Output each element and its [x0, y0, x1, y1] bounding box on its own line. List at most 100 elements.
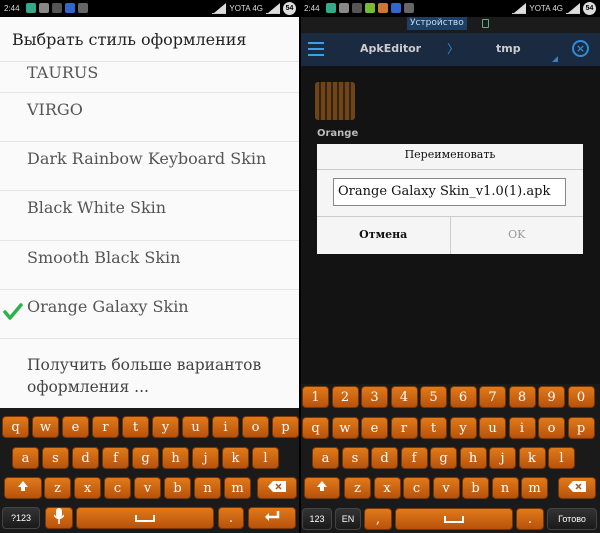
- key-t[interactable]: t: [122, 416, 149, 438]
- key-h[interactable]: h: [162, 447, 189, 469]
- key-u[interactable]: u: [182, 416, 209, 438]
- key-v[interactable]: v: [432, 477, 460, 499]
- key-7[interactable]: 7: [479, 386, 506, 408]
- key-a[interactable]: a: [312, 447, 339, 469]
- key-c[interactable]: c: [104, 477, 131, 499]
- ok-button[interactable]: OK: [451, 217, 584, 254]
- key-2[interactable]: 2: [331, 386, 359, 408]
- key-r[interactable]: r: [92, 416, 119, 438]
- key-e[interactable]: e: [62, 416, 89, 438]
- key-e[interactable]: e: [361, 417, 388, 439]
- key-o[interactable]: o: [242, 416, 269, 438]
- close-icon[interactable]: ×: [572, 40, 589, 57]
- key-z[interactable]: z: [44, 477, 71, 499]
- key-y[interactable]: y: [152, 416, 179, 438]
- key-q[interactable]: q: [302, 417, 329, 439]
- key-z[interactable]: z: [344, 477, 371, 499]
- key-l[interactable]: l: [548, 447, 575, 469]
- key-0[interactable]: 0: [567, 386, 595, 408]
- enter-key[interactable]: [248, 507, 296, 529]
- skin-item[interactable]: Smooth Black Skin: [0, 241, 300, 290]
- shift-key[interactable]: [4, 477, 42, 499]
- key-r[interactable]: r: [390, 417, 418, 439]
- key-u[interactable]: u: [479, 417, 506, 439]
- comma-key[interactable]: ,: [364, 508, 392, 530]
- wifi-signal-icon: [512, 2, 527, 14]
- key-x[interactable]: x: [373, 477, 401, 499]
- key-x[interactable]: x: [74, 477, 101, 499]
- key-d[interactable]: d: [72, 447, 99, 469]
- language-key[interactable]: EN: [335, 508, 361, 530]
- skin-item[interactable]: Black White Skin: [0, 191, 300, 241]
- backspace-key[interactable]: [257, 477, 297, 499]
- key-y[interactable]: y: [449, 417, 477, 439]
- key-n[interactable]: n: [194, 477, 221, 499]
- key-s[interactable]: s: [341, 447, 369, 469]
- breadcrumb-folder[interactable]: tmp: [496, 42, 521, 55]
- key-w[interactable]: w: [331, 417, 359, 439]
- key-f[interactable]: f: [102, 447, 129, 469]
- key-h[interactable]: h: [459, 447, 487, 469]
- symbols-key[interactable]: ?123: [2, 507, 40, 529]
- status-right: YOTA 4G 54: [212, 2, 296, 15]
- key-g[interactable]: g: [430, 447, 457, 469]
- key-j[interactable]: j: [489, 447, 516, 469]
- notification-icons: [326, 3, 414, 13]
- cancel-button[interactable]: Отмена: [317, 217, 451, 254]
- status-bar: 2:44 YOTA 4G 54: [300, 0, 600, 17]
- key-q[interactable]: q: [2, 416, 29, 438]
- key-8[interactable]: 8: [508, 386, 536, 408]
- key-1[interactable]: 1: [302, 386, 329, 408]
- key-f[interactable]: f: [400, 447, 428, 469]
- key-w[interactable]: w: [32, 416, 59, 438]
- key-4[interactable]: 4: [390, 386, 418, 408]
- key-v[interactable]: v: [134, 477, 161, 499]
- apk-file-icon[interactable]: [315, 82, 355, 120]
- key-c[interactable]: c: [403, 477, 430, 499]
- period-key[interactable]: .: [218, 507, 244, 529]
- backspace-icon: [268, 481, 286, 492]
- key-i[interactable]: i: [212, 416, 239, 438]
- key-s[interactable]: s: [42, 447, 69, 469]
- key-5[interactable]: 5: [420, 386, 447, 408]
- key-i[interactable]: i: [508, 417, 536, 439]
- key-m[interactable]: m: [521, 477, 548, 499]
- symbols-key[interactable]: 123: [302, 508, 332, 530]
- key-t[interactable]: t: [420, 417, 447, 439]
- backspace-key[interactable]: [558, 477, 596, 499]
- key-j[interactable]: j: [192, 447, 219, 469]
- space-key[interactable]: [395, 508, 513, 530]
- key-k[interactable]: k: [222, 447, 249, 469]
- shift-key[interactable]: [304, 477, 340, 499]
- menu-icon[interactable]: [308, 42, 324, 56]
- filename-input[interactable]: Orange Galaxy Skin_v1.0(1).apk: [333, 178, 566, 206]
- key-m[interactable]: m: [224, 477, 251, 499]
- key-o[interactable]: o: [538, 417, 565, 439]
- notification-icon: [78, 3, 88, 13]
- space-key[interactable]: [76, 507, 214, 529]
- skin-item[interactable]: Dark Rainbow Keyboard Skin: [0, 142, 300, 192]
- period-key[interactable]: .: [516, 508, 544, 530]
- key-b[interactable]: b: [164, 477, 191, 499]
- key-6[interactable]: 6: [449, 386, 477, 408]
- skin-item[interactable]: TAURUS: [0, 57, 300, 93]
- more-skins-link[interactable]: Получить больше вариантов оформления ...: [27, 354, 292, 398]
- key-g[interactable]: g: [132, 447, 159, 469]
- key-b[interactable]: b: [462, 477, 489, 499]
- key-9[interactable]: 9: [538, 386, 565, 408]
- key-n[interactable]: n: [491, 477, 519, 499]
- skin-item-selected[interactable]: Orange Galaxy Skin: [0, 290, 300, 339]
- skin-item[interactable]: VIRGO: [0, 93, 300, 143]
- file-label[interactable]: Orange: [317, 128, 358, 139]
- done-key[interactable]: Готово: [547, 508, 597, 530]
- key-k[interactable]: k: [518, 447, 546, 469]
- mic-key[interactable]: [45, 507, 73, 529]
- notification-icon: [404, 3, 414, 13]
- key-3[interactable]: 3: [361, 386, 388, 408]
- device-tab[interactable]: Устройство: [407, 17, 467, 30]
- key-p[interactable]: p: [272, 416, 299, 438]
- key-l[interactable]: l: [252, 447, 279, 469]
- key-a[interactable]: a: [12, 447, 39, 469]
- key-d[interactable]: d: [371, 447, 398, 469]
- key-p[interactable]: p: [567, 417, 595, 439]
